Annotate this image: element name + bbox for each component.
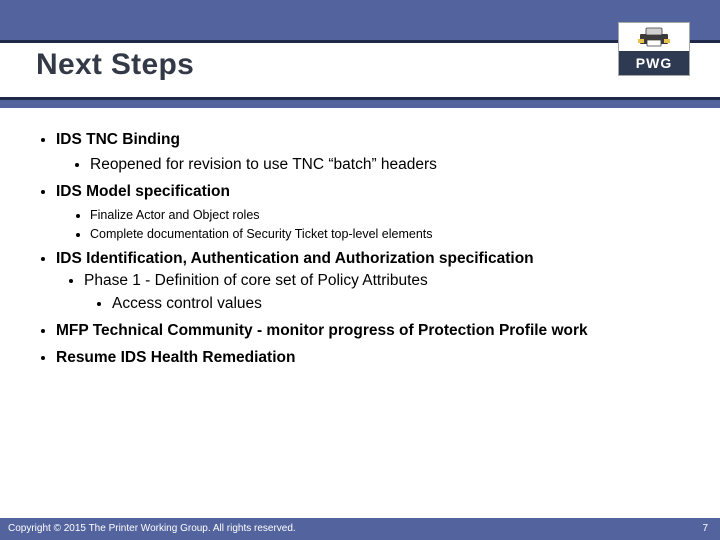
bullet-3-1-text: Phase 1 - Definition of core set of Poli… [84,272,428,289]
bullet-1: IDS TNC Binding Reopened for revision to… [56,130,690,176]
bullet-2: IDS Model specification Finalize Actor a… [56,182,690,243]
bullet-3-text: IDS Identification, Authentication and A… [56,250,534,267]
bullet-4: MFP Technical Community - monitor progre… [56,321,690,342]
bullet-3-1: Phase 1 - Definition of core set of Poli… [84,271,690,315]
printer-icon [638,27,670,47]
bullet-2-text: IDS Model specification [56,183,230,200]
content-area: IDS TNC Binding Reopened for revision to… [34,130,690,375]
bullet-1-1: Reopened for revision to use TNC “batch”… [90,155,690,176]
page-title: Next Steps [36,48,194,82]
bullet-2-2: Complete documentation of Security Ticke… [90,226,690,243]
bullet-3: IDS Identification, Authentication and A… [56,249,690,316]
logo-label: PWG [619,51,689,75]
page-number: 7 [702,523,708,534]
bullet-5-text: Resume IDS Health Remediation [56,349,295,366]
bullet-4-text: MFP Technical Community - monitor progre… [56,322,588,339]
copyright-text: Copyright © 2015 The Printer Working Gro… [8,523,296,534]
footer-band: Copyright © 2015 The Printer Working Gro… [0,518,720,540]
bullet-3-1-1: Access control values [112,294,690,315]
pwg-logo: PWG [618,22,690,76]
bullet-2-1: Finalize Actor and Object roles [90,207,690,224]
bullet-1-text: IDS TNC Binding [56,131,180,148]
bullet-5: Resume IDS Health Remediation [56,348,690,369]
